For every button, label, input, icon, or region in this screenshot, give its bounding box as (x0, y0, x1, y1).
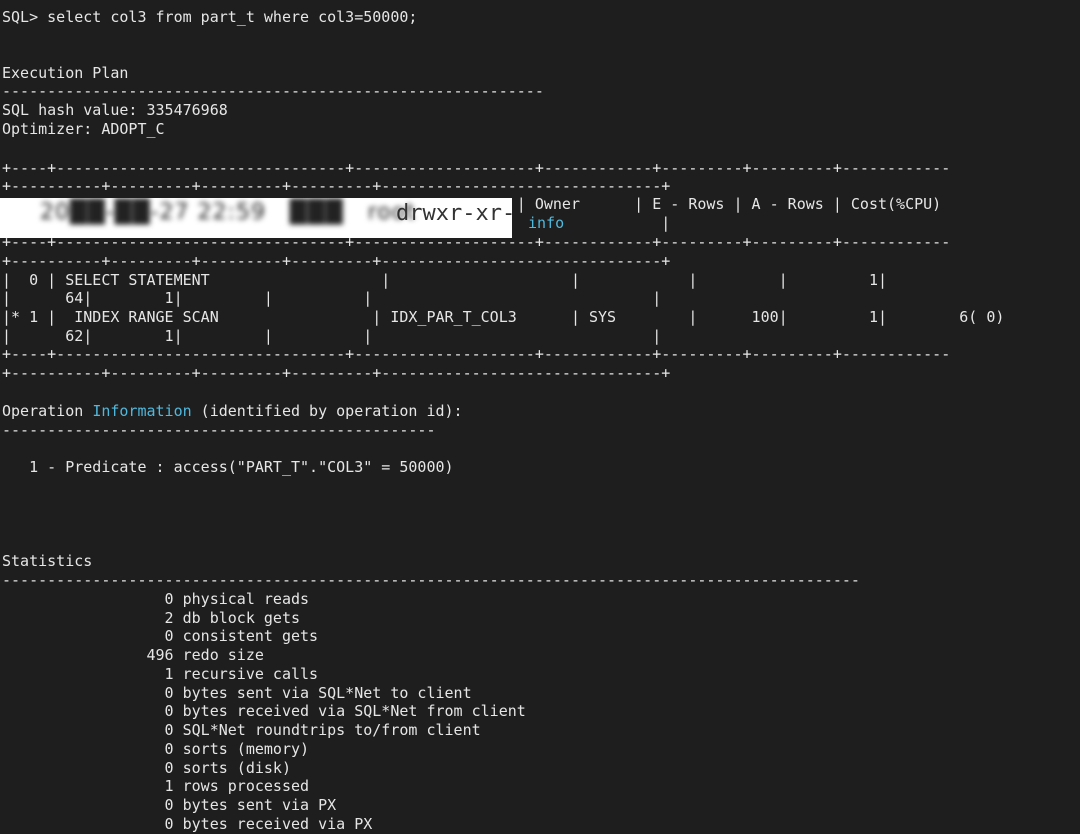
op-info-highlight: Information (92, 402, 192, 420)
stat-line: 0 sorts (disk) (2, 759, 291, 777)
stat-line: 0 bytes received via PX (2, 815, 373, 833)
plan-row-0: | 0 | SELECT STATEMENT | | | | 1| (2, 271, 888, 289)
execution-plan-title: Execution Plan (2, 64, 129, 82)
table-border-header-cont: +----------+---------+---------+--------… (2, 252, 671, 270)
table-border-bottom-cont: +----------+---------+---------+--------… (2, 364, 671, 382)
plan-row-1: |* 1 | INDEX RANGE SCAN | IDX_PAR_T_COL3… (2, 308, 1005, 326)
stat-line: 0 consistent gets (2, 627, 319, 645)
redacted-overlay-strip: 20██-██-27 22:59 ███ root drwxr-xr-x (0, 198, 512, 238)
stat-line: 0 bytes received via SQL*Net from client (2, 702, 526, 720)
stat-line: 1 rows processed (2, 777, 310, 795)
statistics-separator: ----------------------------------------… (2, 571, 860, 589)
stat-line: 0 SQL*Net roundtrips to/from client (2, 721, 481, 739)
plan-row-0-cont: | 64| 1| | | | (2, 289, 662, 307)
predicate-line: 1 - Predicate : access("PART_T"."COL3" =… (2, 458, 454, 476)
stat-line: 0 bytes sent via PX (2, 796, 337, 814)
terminal-window[interactable]: SQL> select col3 from part_t where col3=… (0, 0, 1080, 833)
table-border-top-cont: +----------+---------+---------+--------… (2, 177, 671, 195)
permissions-text: drwxr-xr-x (396, 201, 512, 226)
sql-query-line: SQL> select col3 from part_t where col3=… (2, 8, 418, 26)
blurred-file-listing: 20██-██-27 22:59 ███ root (40, 200, 416, 225)
operation-separator: ----------------------------------------… (2, 421, 436, 439)
stat-line: 2 db block gets (2, 609, 301, 627)
plan-separator: ----------------------------------------… (2, 82, 544, 100)
sql-hash-value: SQL hash value: 335476968 (2, 101, 228, 119)
operation-information-heading: Operation Information (identified by ope… (2, 402, 463, 421)
op-info-prefix: Operation (2, 402, 93, 420)
op-info-suffix: (identified by operation id): (191, 402, 463, 420)
stat-line: 496 redo size (2, 646, 264, 664)
stat-line: 0 sorts (memory) (2, 740, 310, 758)
optimizer-line: Optimizer: ADOPT_C (2, 120, 165, 138)
table-border-top: +----+--------------------------------+-… (2, 159, 951, 177)
stat-line: 1 recursive calls (2, 665, 319, 683)
statistics-title: Statistics (2, 552, 93, 570)
plan-row-1-cont: | 62| 1| | | | (2, 327, 662, 345)
table-border-bottom: +----+--------------------------------+-… (2, 345, 951, 363)
stat-line: 0 bytes sent via SQL*Net to client (2, 684, 472, 702)
stat-line: 0 physical reads (2, 590, 310, 608)
info-word: info (528, 214, 565, 232)
